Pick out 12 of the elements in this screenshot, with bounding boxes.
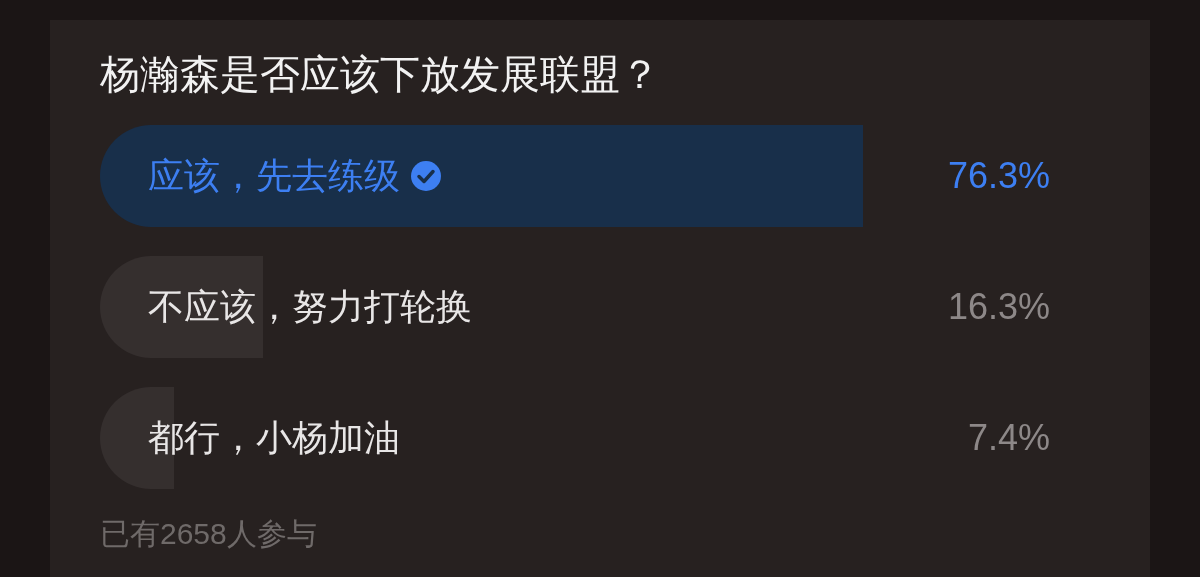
option-percentage: 7.4% [967, 416, 1050, 460]
check-icon [410, 160, 442, 192]
option-label: 都行，小杨加油 [148, 416, 400, 460]
option-label: 应该，先去练级 [148, 154, 400, 198]
participant-count: 已有2658人参与 [100, 516, 318, 552]
poll-option[interactable]: 不应该，努力打轮换 16.3% [100, 256, 1100, 358]
option-label: 不应该，努力打轮换 [148, 285, 472, 329]
option-percentage: 16.3% [947, 285, 1050, 329]
poll-option[interactable]: 都行，小杨加油 7.4% [100, 387, 1100, 489]
poll-option[interactable]: 应该，先去练级 76.3% [100, 125, 1100, 227]
option-percentage: 76.3% [947, 154, 1050, 198]
poll-question: 杨瀚森是否应该下放发展联盟？ [100, 51, 661, 98]
